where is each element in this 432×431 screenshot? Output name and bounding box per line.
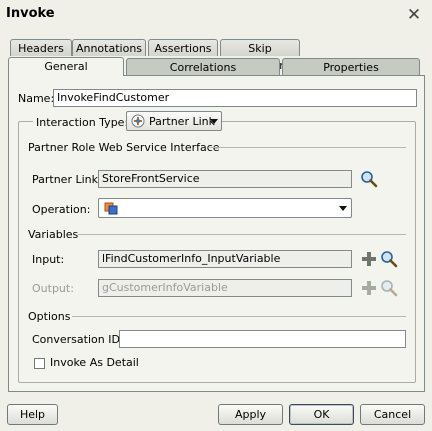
operation-label: Operation: <box>32 203 91 216</box>
partner-link-icon <box>131 114 145 128</box>
operation-dropdown[interactable] <box>98 198 352 218</box>
chevron-down-icon <box>339 206 347 211</box>
conversation-id-label: Conversation ID: <box>32 333 124 346</box>
interaction-type-value: Partner Link <box>149 115 215 128</box>
ok-button[interactable]: OK <box>289 404 354 425</box>
output-variable-field: gCustomerInfoVariable <box>98 279 352 297</box>
options-section-title: Options <box>28 310 71 323</box>
dialog-title: Invoke <box>6 6 55 21</box>
tab-label: Annotations <box>75 42 143 55</box>
partner-section-title: Partner Role Web Service Interface <box>28 141 220 154</box>
partner-link-label: Partner Link: <box>32 173 102 186</box>
help-button[interactable]: Help <box>7 404 58 425</box>
tab-properties[interactable]: Properties <box>282 58 420 76</box>
name-label: Name: <box>18 92 55 105</box>
section-divider <box>208 147 406 148</box>
tab-correlations[interactable]: Correlations <box>126 58 280 76</box>
search-icon[interactable] <box>380 250 398 268</box>
name-input[interactable]: InvokeFindCustomer <box>53 89 417 107</box>
tab-general[interactable]: General <box>8 57 124 76</box>
input-variable-field[interactable]: lFindCustomerInfo_InputVariable <box>98 250 352 268</box>
section-divider <box>78 234 406 235</box>
tab-label: Headers <box>18 42 64 55</box>
chevron-down-icon <box>210 119 218 124</box>
close-icon[interactable]: ✕ <box>406 7 422 24</box>
partner-link-field[interactable]: StoreFrontService <box>98 170 352 188</box>
tab-headers[interactable]: Headers <box>10 39 72 56</box>
tab-label: General <box>44 60 88 73</box>
invoke-as-detail-label: Invoke As Detail <box>50 356 139 369</box>
interaction-type-label: Interaction Type: <box>33 116 132 129</box>
tab-assertions[interactable]: Assertions <box>148 39 218 56</box>
add-icon[interactable] <box>360 250 378 268</box>
interaction-type-dropdown[interactable]: Partner Link <box>126 111 222 131</box>
conversation-id-input[interactable] <box>119 330 406 348</box>
tab-skip-condition[interactable]: Skip Condition <box>220 39 300 72</box>
tab-annotations[interactable]: Annotations <box>72 39 146 56</box>
invoke-as-detail-checkbox[interactable] <box>34 358 45 369</box>
add-icon <box>362 281 376 295</box>
tab-label: Assertions <box>154 42 212 55</box>
search-icon[interactable] <box>360 170 378 188</box>
output-label: Output: <box>32 282 74 295</box>
operation-icon <box>104 202 118 215</box>
cancel-button[interactable]: Cancel <box>360 404 425 425</box>
apply-button[interactable]: Apply <box>218 404 283 425</box>
section-divider <box>72 316 406 317</box>
tab-label: Properties <box>323 61 379 74</box>
variables-section-title: Variables <box>28 228 79 241</box>
tab-label: Correlations <box>169 61 237 74</box>
input-label: Input: <box>32 253 65 266</box>
search-icon <box>381 280 398 297</box>
